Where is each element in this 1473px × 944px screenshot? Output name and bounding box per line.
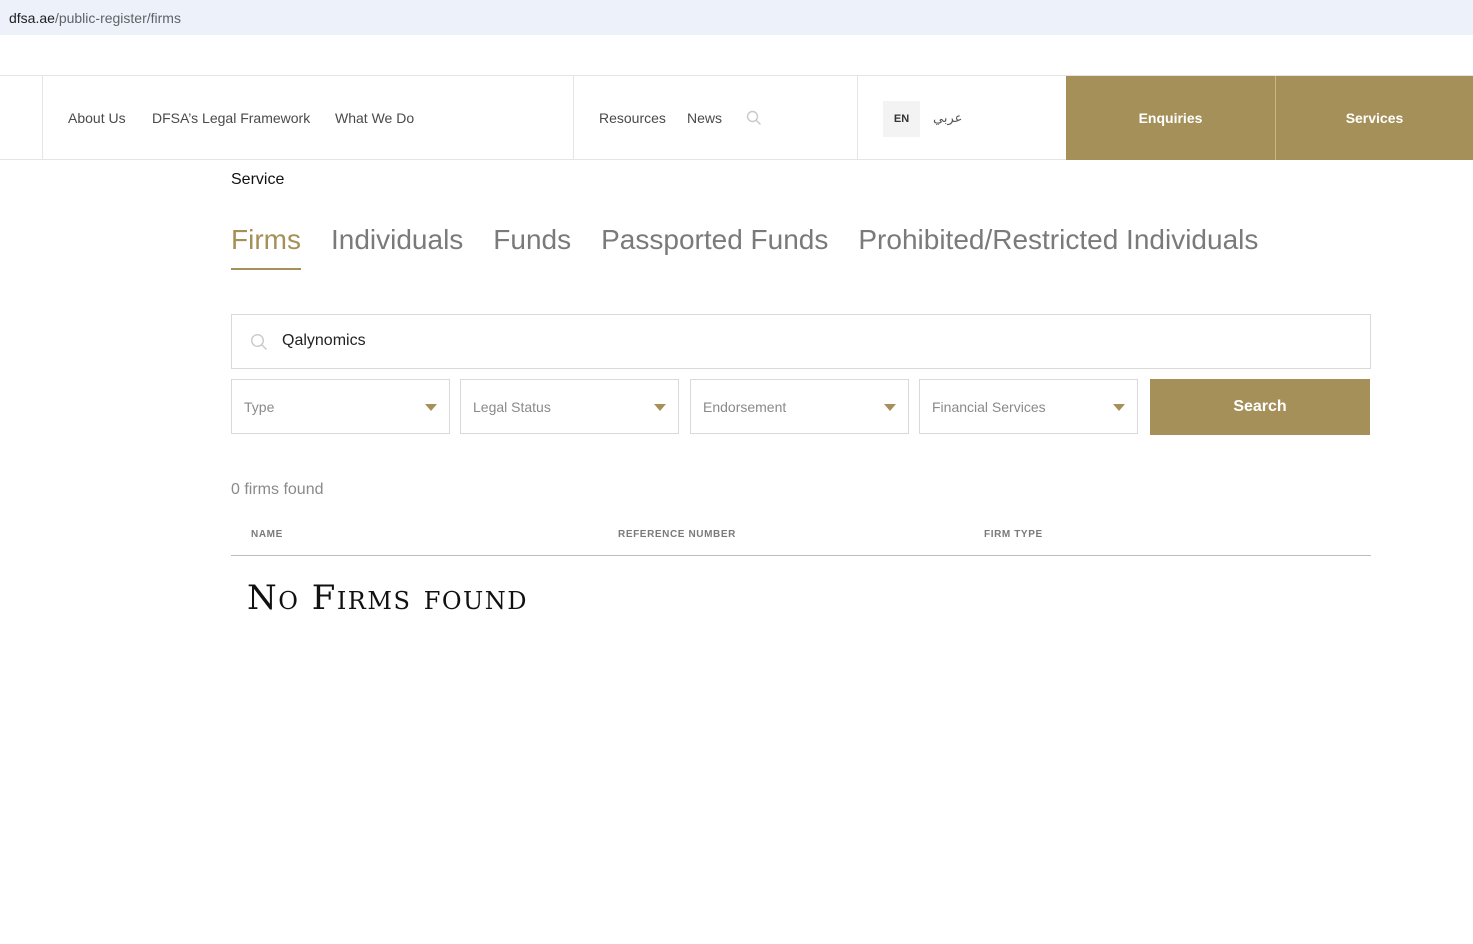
header-divider — [857, 76, 858, 160]
caret-down-icon — [654, 404, 666, 411]
tab-funds[interactable]: Funds — [493, 224, 571, 270]
endorsement-dropdown[interactable]: Endorsement — [690, 379, 909, 434]
url-path: /public-register/firms — [54, 9, 181, 26]
dropdown-label: Type — [244, 399, 275, 415]
results-table-header: NAME REFERENCE NUMBER FIRM TYPE — [231, 520, 1371, 556]
tab-prohibited-restricted-individuals[interactable]: Prohibited/Restricted Individuals — [858, 224, 1258, 270]
nav-news[interactable]: News — [687, 110, 722, 126]
column-header-firm-type: FIRM TYPE — [984, 529, 1043, 540]
dropdown-label: Legal Status — [473, 399, 551, 415]
header-divider — [42, 76, 43, 160]
legal-status-dropdown[interactable]: Legal Status — [460, 379, 679, 434]
breadcrumb[interactable]: Service — [231, 171, 284, 189]
search-icon[interactable] — [746, 110, 762, 126]
dropdown-label: Financial Services — [932, 399, 1046, 415]
search-input-value: Qalynomics — [282, 332, 366, 349]
column-header-reference-number: REFERENCE NUMBER — [618, 529, 736, 540]
services-button[interactable]: Services — [1276, 76, 1473, 160]
results-count: 0 firms found — [231, 481, 324, 498]
caret-down-icon — [884, 404, 896, 411]
type-dropdown[interactable]: Type — [231, 379, 450, 434]
address-bar[interactable]: dfsa.ae/public-register/firms — [0, 0, 1473, 35]
search-icon — [250, 333, 267, 350]
search-input[interactable]: Qalynomics — [231, 314, 1371, 369]
tab-firms[interactable]: Firms — [231, 224, 301, 270]
register-tabs: Firms Individuals Funds Passported Funds… — [231, 224, 1288, 270]
tab-individuals[interactable]: Individuals — [331, 224, 463, 270]
nav-legal-framework[interactable]: DFSA’s Legal Framework — [152, 110, 310, 126]
search-button[interactable]: Search — [1150, 379, 1370, 435]
column-header-name: NAME — [251, 529, 283, 540]
caret-down-icon — [425, 404, 437, 411]
site-header: About Us DFSA’s Legal Framework What We … — [0, 75, 1473, 160]
language-ar-button[interactable]: عربي — [933, 111, 962, 126]
tab-passported-funds[interactable]: Passported Funds — [601, 224, 828, 270]
nav-what-we-do[interactable]: What We Do — [335, 110, 414, 126]
caret-down-icon — [1113, 404, 1125, 411]
nav-resources[interactable]: Resources — [599, 110, 666, 126]
language-en-button[interactable]: EN — [883, 101, 920, 137]
url-domain: dfsa.ae — [9, 9, 55, 26]
financial-services-dropdown[interactable]: Financial Services — [919, 379, 1138, 434]
enquiries-button[interactable]: Enquiries — [1066, 76, 1275, 160]
no-results-message: No Firms found — [247, 578, 528, 618]
nav-about-us[interactable]: About Us — [68, 110, 126, 126]
dropdown-label: Endorsement — [703, 399, 787, 415]
header-divider — [573, 76, 574, 160]
